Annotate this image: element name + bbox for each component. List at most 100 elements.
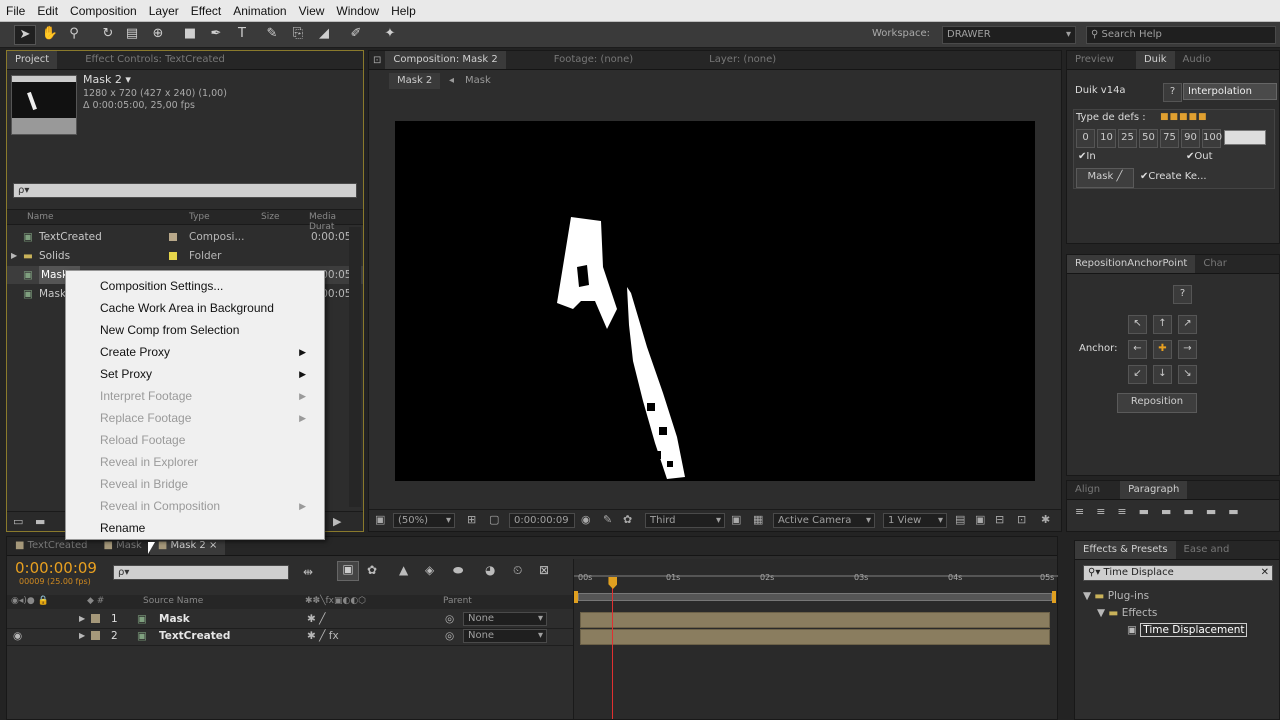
menu-layer[interactable]: Layer — [143, 4, 185, 18]
workspace-dropdown[interactable]: DRAWER ▾ — [942, 26, 1076, 44]
anchor-top-left-icon[interactable]: ↖ — [1128, 315, 1147, 334]
col-type[interactable]: Type — [189, 212, 210, 222]
expand-arrow-icon[interactable]: ▶ — [11, 247, 17, 265]
mask-visibility-icon[interactable]: ▢ — [489, 513, 499, 526]
current-time-indicator[interactable] — [612, 579, 614, 719]
influence-50-button[interactable]: 50 — [1139, 129, 1158, 148]
hide-shy-layers-icon[interactable]: ✿ — [367, 563, 377, 577]
menu-file[interactable]: File — [0, 4, 31, 18]
resolution-dropdown[interactable]: Third ▾ — [645, 513, 725, 528]
anchor-bottom-left-icon[interactable]: ↙ — [1128, 365, 1147, 384]
expand-arrow-icon[interactable]: ▶ — [79, 610, 85, 628]
transparency-grid-icon[interactable]: ▦ — [753, 513, 763, 526]
mask-tool-icon[interactable]: ■ — [180, 25, 200, 43]
influence-25-button[interactable]: 25 — [1118, 129, 1137, 148]
anchor-left-icon[interactable]: ← — [1128, 340, 1147, 359]
tab-audio[interactable]: Audio — [1175, 51, 1219, 69]
lock-icon[interactable]: ⊡ — [369, 55, 385, 66]
tab-paragraph[interactable]: Paragraph — [1120, 481, 1188, 499]
mask-button[interactable]: Mask ╱ — [1076, 168, 1134, 188]
context-menu-item[interactable]: Cache Work Area in Background — [100, 297, 316, 319]
reposition-help-button[interactable]: ? — [1173, 285, 1192, 304]
frame-blending-icon[interactable]: ▲ — [399, 563, 408, 577]
layer-name[interactable]: TextCreated — [159, 627, 230, 645]
search-help-input[interactable]: ⚲ Search Help — [1086, 26, 1276, 44]
anchor-top-right-icon[interactable]: ↗ — [1178, 315, 1197, 334]
duik-mode-dropdown[interactable]: Interpolation — [1183, 83, 1277, 100]
clone-tool-icon[interactable]: ⎘ — [288, 25, 308, 43]
camera-snapshot-icon[interactable]: ◉ — [581, 513, 591, 526]
puppet-tool-icon[interactable]: ✦ — [380, 25, 400, 43]
col-parent[interactable]: Parent — [443, 596, 472, 606]
tab-effect-controls[interactable]: Effect Controls: TextCreated — [77, 51, 233, 69]
interpret-footage-icon[interactable]: ▭ — [13, 515, 23, 528]
current-time-field[interactable]: 0:00:00:09 — [509, 513, 575, 528]
layer-switches-icons[interactable]: ✱ ╱ fx — [307, 627, 339, 645]
in-checkbox[interactable]: ✔In — [1078, 151, 1096, 162]
view-layout-dropdown[interactable]: 1 View ▾ — [883, 513, 947, 528]
col-size[interactable]: Size — [261, 212, 279, 222]
av-switches-icon[interactable]: ◉◂)● 🔒 — [11, 596, 49, 606]
anchor-bottom-right-icon[interactable]: ↘ — [1178, 365, 1197, 384]
tab-layer[interactable]: Layer: (none) — [701, 51, 784, 69]
draft-3d-icon[interactable]: ▣ — [337, 561, 359, 581]
expand-arrow-icon[interactable]: ▶ — [79, 627, 85, 645]
time-navigator-bar[interactable] — [574, 575, 1058, 577]
layer-row[interactable]: ◉ ▶ 2 ▣ TextCreated ✱ ╱ fx ◎ None ▾ — [7, 627, 573, 646]
reposition-button[interactable]: Reposition — [1117, 393, 1197, 413]
graph-editor-icon[interactable]: ⏲ — [513, 563, 522, 578]
context-menu-item[interactable]: New Comp from Selection — [100, 319, 316, 341]
context-menu-item[interactable]: Composition Settings... — [100, 275, 316, 297]
anchor-center-icon[interactable]: ✚ — [1153, 340, 1172, 359]
create-keys-checkbox[interactable]: ✔Create Ke... — [1140, 171, 1207, 182]
motion-blur-icon[interactable]: ◈ — [425, 563, 434, 577]
influence-75-button[interactable]: 75 — [1160, 129, 1179, 148]
snapshot-toggle-icon[interactable]: ▣ — [375, 513, 385, 526]
tab-footage[interactable]: Footage: (none) — [546, 51, 641, 69]
layer-duration-bar[interactable] — [580, 612, 1050, 628]
col-source-name[interactable]: Source Name — [143, 596, 203, 606]
breadcrumb-mask[interactable]: Mask — [465, 73, 491, 89]
brainstorm-icon[interactable]: ⬬ — [453, 563, 463, 578]
tab-project[interactable]: Project — [7, 51, 58, 69]
channel-icon[interactable]: ✿ — [623, 513, 632, 526]
context-menu-item[interactable]: Create Proxy ▶ — [100, 341, 316, 363]
menu-view[interactable]: View — [293, 4, 331, 18]
playhead-handle[interactable] — [608, 577, 618, 589]
tab-reposition-anchor-point[interactable]: RepositionAnchorPoint — [1067, 255, 1196, 273]
switches-column-icons[interactable]: ✱✽╲fx▣◐◐⬡ — [305, 596, 366, 606]
composition-viewer[interactable] — [395, 121, 1035, 481]
anchor-right-icon[interactable]: → — [1178, 340, 1197, 359]
tab-ease-and-wizz[interactable]: Ease and — [1176, 541, 1238, 559]
list-item[interactable]: ▣ TextCreated Composi... 0:00:05:0 — [7, 228, 363, 246]
zoom-tool-icon[interactable]: ⚲ — [64, 25, 84, 43]
parent-dropdown[interactable]: None ▾ — [463, 612, 547, 626]
pickwhip-icon[interactable]: ◎ — [445, 627, 454, 645]
tree-item[interactable]: ▼ ▬ Plug-ins — [1083, 587, 1149, 605]
new-folder-icon[interactable]: ▬ — [35, 515, 45, 528]
pan-behind-tool-icon[interactable]: ⊕ — [148, 25, 168, 43]
camera-tool-icon[interactable]: ▤ — [122, 25, 142, 43]
out-checkbox[interactable]: ✔Out — [1186, 151, 1213, 162]
project-scrollbar[interactable] — [349, 227, 361, 507]
roto-brush-tool-icon[interactable]: ✐ — [346, 25, 366, 43]
rotate-tool-icon[interactable]: ↻ — [98, 25, 118, 43]
fast-preview-icon[interactable]: ▣ — [975, 513, 985, 526]
timeline-search-input[interactable]: ρ▾ — [113, 565, 289, 580]
camera-view-dropdown[interactable]: Active Camera ▾ — [773, 513, 875, 528]
project-search-input[interactable]: ρ▾ — [13, 183, 357, 198]
brush-tool-icon[interactable]: ✎ — [262, 25, 282, 43]
label-column-icon[interactable]: ◆ # — [87, 596, 104, 606]
hand-tool-icon[interactable]: ✋ — [40, 25, 60, 43]
tab-effects-presets[interactable]: Effects & Presets — [1075, 541, 1176, 559]
layer-name[interactable]: Mask — [159, 610, 190, 628]
influence-input[interactable] — [1224, 130, 1266, 145]
interpolation-type-icons[interactable]: ■■■■■ — [1160, 112, 1208, 122]
menu-effect[interactable]: Effect — [185, 4, 227, 18]
parent-dropdown[interactable]: None ▾ — [463, 629, 547, 643]
reset-exposure-icon[interactable]: ✱ — [1041, 513, 1050, 526]
layer-switches-icons[interactable]: ✱ ╱ — [307, 610, 325, 628]
tab-align[interactable]: Align — [1067, 481, 1108, 499]
tab-duik[interactable]: Duik — [1135, 51, 1175, 69]
anchor-bottom-icon[interactable]: ↓ — [1153, 365, 1172, 384]
